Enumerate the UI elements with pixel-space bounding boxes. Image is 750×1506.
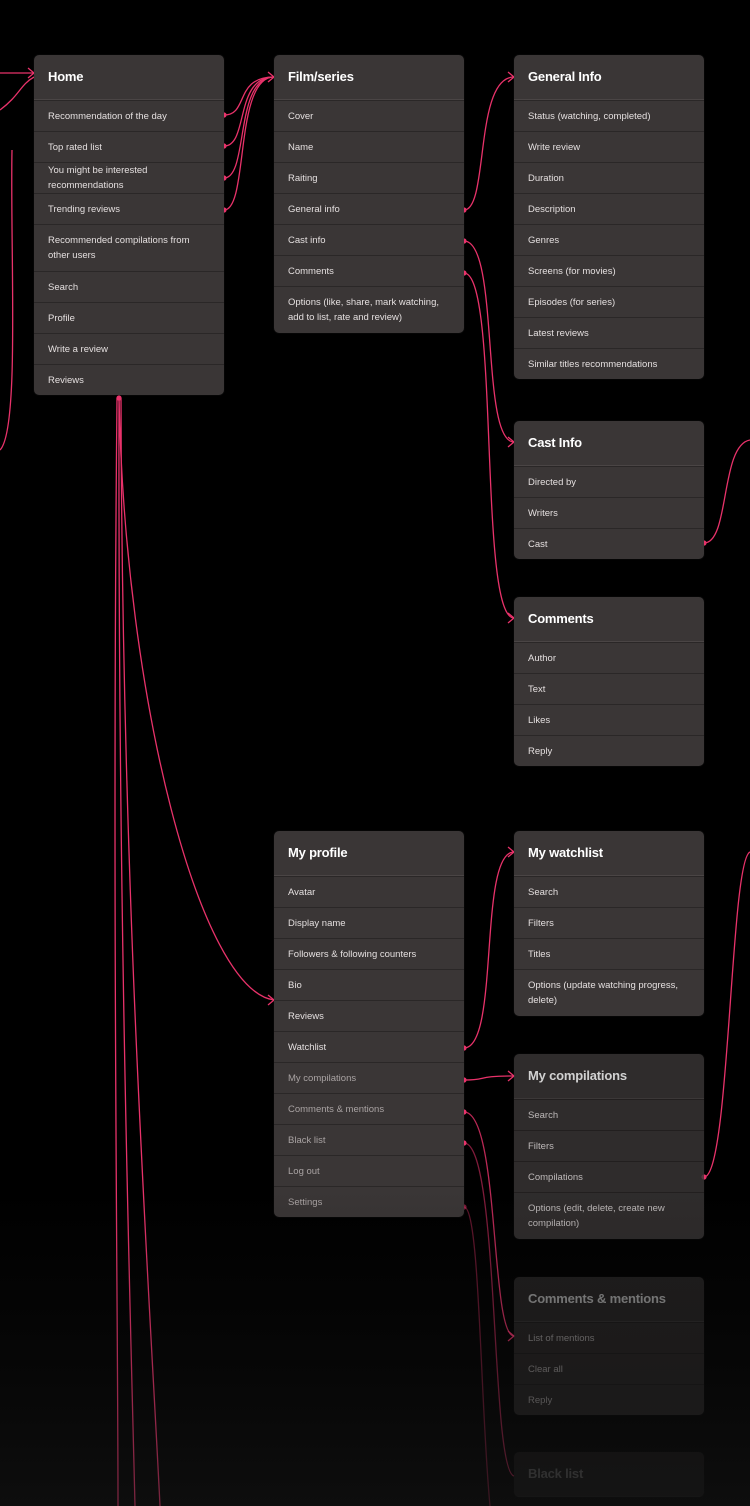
card-row: Raiting bbox=[274, 162, 464, 193]
card-home: Home Recommendation of the day Top rated l… bbox=[34, 55, 224, 395]
card-row: Filters bbox=[514, 907, 704, 938]
card-title: My compilations bbox=[514, 1054, 704, 1099]
card-title: General Info bbox=[514, 55, 704, 100]
card-row: Settings bbox=[274, 1186, 464, 1217]
card-row: Write review bbox=[514, 131, 704, 162]
card-row: Recommendation of the day bbox=[34, 100, 224, 131]
card-row: Cover bbox=[274, 100, 464, 131]
connector-line bbox=[118, 397, 275, 1001]
card-row: Write a review bbox=[34, 333, 224, 364]
connector-line bbox=[463, 1142, 515, 1477]
card-row: Reply bbox=[514, 735, 704, 766]
card-row: Watchlist bbox=[274, 1031, 464, 1062]
flow-diagram-canvas: Home Recommendation of the day Top rated l… bbox=[0, 0, 750, 1506]
card-row: Options (update watching progress, delet… bbox=[514, 969, 704, 1016]
card-row: Text bbox=[514, 673, 704, 704]
card-row: Likes bbox=[514, 704, 704, 735]
connector-line bbox=[463, 272, 515, 619]
card-cast-info: Cast Info Directed by Writers Cast bbox=[514, 421, 704, 559]
card-row: Directed by bbox=[514, 466, 704, 497]
card-title: Home bbox=[34, 55, 224, 100]
connector-line bbox=[223, 76, 275, 179]
connector-line bbox=[114, 397, 119, 1506]
card-row: Name bbox=[274, 131, 464, 162]
card-row: Filters bbox=[514, 1130, 704, 1161]
connector-line bbox=[463, 76, 515, 211]
card-title: Black list bbox=[514, 1452, 704, 1497]
card-row: Cast info bbox=[274, 224, 464, 255]
card-row: Duration bbox=[514, 162, 704, 193]
connector-line bbox=[0, 149, 14, 451]
card-row: Search bbox=[34, 271, 224, 302]
card-row: Black list bbox=[274, 1124, 464, 1155]
connector-line bbox=[118, 397, 136, 1506]
connector-dot bbox=[116, 395, 122, 401]
card-row: Profile bbox=[34, 302, 224, 333]
card-row: Log out bbox=[274, 1155, 464, 1186]
card-my-profile: My profile Avatar Display name Followers & … bbox=[274, 831, 464, 1217]
card-row: Clear all bbox=[514, 1353, 704, 1384]
card-row: Screens (for movies) bbox=[514, 255, 704, 286]
card-row: Bio bbox=[274, 969, 464, 1000]
connector-line bbox=[120, 397, 161, 1506]
card-row: Status (watching, completed) bbox=[514, 100, 704, 131]
card-row: Compilations bbox=[514, 1161, 704, 1192]
card-row: My compilations bbox=[274, 1062, 464, 1093]
connector-line bbox=[463, 1206, 491, 1506]
card-row: Display name bbox=[274, 907, 464, 938]
card-film-series: Film/series Cover Name Raiting General info C… bbox=[274, 55, 464, 333]
card-row: Top rated list bbox=[34, 131, 224, 162]
card-my-watchlist: My watchlist Search Filters Titles Options (… bbox=[514, 831, 704, 1016]
card-row: Options (edit, delete, create new compil… bbox=[514, 1192, 704, 1239]
card-row: List of mentions bbox=[514, 1322, 704, 1353]
card-comments: Comments Author Text Likes Reply bbox=[514, 597, 704, 766]
connector-line bbox=[0, 76, 35, 111]
card-title: Cast Info bbox=[514, 421, 704, 466]
connector-line bbox=[223, 76, 275, 116]
card-row: Titles bbox=[514, 938, 704, 969]
card-title: Comments bbox=[514, 597, 704, 642]
card-title: Film/series bbox=[274, 55, 464, 100]
card-row: Cast bbox=[514, 528, 704, 559]
card-row: Options (like, share, mark watching, add… bbox=[274, 286, 464, 333]
card-title: My watchlist bbox=[514, 831, 704, 876]
connector-line bbox=[223, 76, 275, 211]
connector-line bbox=[703, 851, 750, 1178]
card-title: My profile bbox=[274, 831, 464, 876]
card-general-info: General Info Status (watching, completed)… bbox=[514, 55, 704, 379]
card-title: Comments & mentions bbox=[514, 1277, 704, 1322]
card-row: Latest reviews bbox=[514, 317, 704, 348]
connector-line bbox=[463, 851, 515, 1049]
connector-line bbox=[463, 240, 515, 443]
card-row: You might be interested recommendations bbox=[34, 162, 224, 193]
card-row: Reviews bbox=[274, 1000, 464, 1031]
card-row: Description bbox=[514, 193, 704, 224]
connector-line bbox=[463, 1111, 515, 1337]
card-row: Writers bbox=[514, 497, 704, 528]
card-row: Trending reviews bbox=[34, 193, 224, 224]
card-row: Author bbox=[514, 642, 704, 673]
card-row: Search bbox=[514, 876, 704, 907]
card-row: Episodes (for series) bbox=[514, 286, 704, 317]
card-row: General info bbox=[274, 193, 464, 224]
card-row: Search bbox=[514, 1099, 704, 1130]
card-black-list: Black list bbox=[514, 1452, 704, 1497]
connector-line bbox=[463, 1075, 515, 1081]
card-row: Genres bbox=[514, 224, 704, 255]
card-row: Comments bbox=[274, 255, 464, 286]
connector-line bbox=[703, 439, 750, 544]
card-row: Reply bbox=[514, 1384, 704, 1415]
card-my-compilations: My compilations Search Filters Compilations… bbox=[514, 1054, 704, 1239]
card-row: Comments & mentions bbox=[274, 1093, 464, 1124]
card-row: Avatar bbox=[274, 876, 464, 907]
connector-line bbox=[223, 76, 275, 147]
card-row: Reviews bbox=[34, 364, 224, 395]
card-comments-mentions: Comments & mentions List of mentions Clear… bbox=[514, 1277, 704, 1415]
card-row: Recommended compilations from other user… bbox=[34, 224, 224, 271]
card-row: Followers & following counters bbox=[274, 938, 464, 969]
card-row: Similar titles recommendations bbox=[514, 348, 704, 379]
